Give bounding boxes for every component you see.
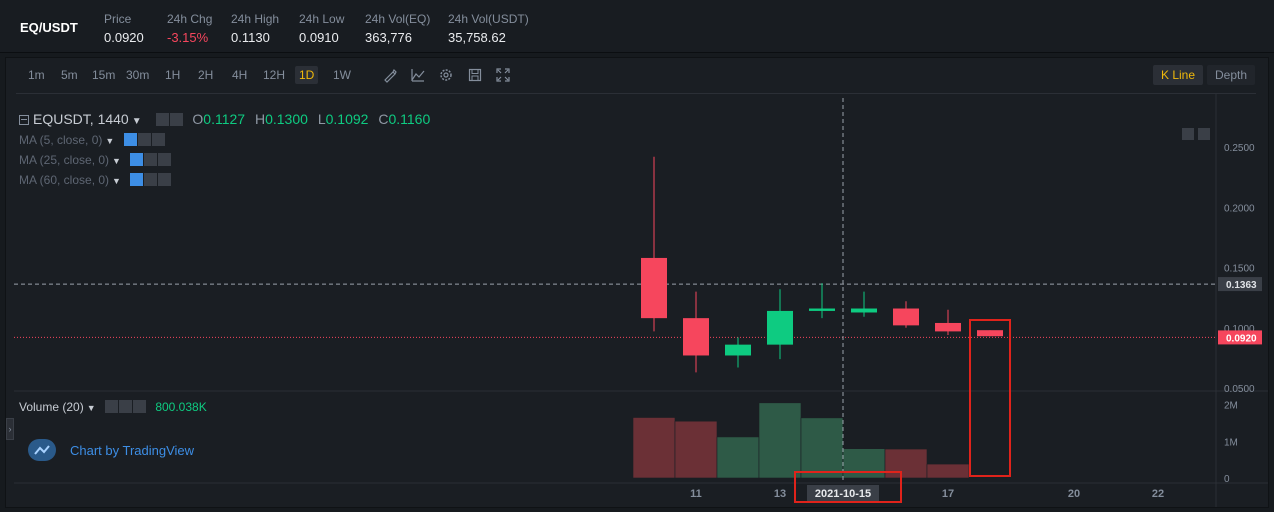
stat-price: Price 0.0920 xyxy=(104,12,144,45)
chart-panel: 1m 5m 15m 30m 1H 2H 4H 12H 1D 1W K Line … xyxy=(5,57,1269,508)
scale-down-icon xyxy=(1182,128,1194,140)
ma-label[interactable]: MA (25, close, 0) xyxy=(19,153,109,167)
candle-body xyxy=(893,308,919,326)
ohlc-open-key: O xyxy=(192,111,204,127)
stat-label: 24h Vol(EQ) xyxy=(365,12,431,26)
settings-icon[interactable] xyxy=(144,173,158,186)
settings-icon[interactable] xyxy=(118,400,132,413)
price-tick-label: 0.0500 xyxy=(1224,384,1255,395)
tradingview-badge[interactable]: Chart by TradingView xyxy=(28,438,194,462)
stat-label: 24h Low xyxy=(299,12,345,26)
dropdown-caret-icon[interactable]: ▼ xyxy=(112,176,121,186)
ma-legend-60: MA (60, close, 0) ▼ xyxy=(19,173,172,187)
dropdown-caret-icon[interactable]: ▼ xyxy=(132,116,142,127)
volume-bar xyxy=(800,417,844,479)
ohlc-close: 0.1160 xyxy=(388,111,431,127)
volume-label[interactable]: Volume (20) xyxy=(19,400,84,414)
dropdown-caret-icon[interactable]: ▼ xyxy=(105,136,114,146)
ma-label[interactable]: MA (60, close, 0) xyxy=(19,173,109,187)
volume-bar xyxy=(758,402,802,479)
volume-bar xyxy=(926,463,970,479)
volume-bar xyxy=(842,448,886,479)
stat-value: 0.0920 xyxy=(104,30,144,45)
stat-label: 24h Vol(USDT) xyxy=(448,12,529,26)
stat-label: Price xyxy=(104,12,132,26)
stat-label: 24h Chg xyxy=(167,12,213,26)
cloud-icon xyxy=(28,439,56,461)
date-tick-label: 22 xyxy=(1152,488,1164,500)
tradingview-text[interactable]: Chart by TradingView xyxy=(70,443,194,458)
collapse-sidebar-button[interactable]: › xyxy=(6,418,14,440)
volume-bar xyxy=(674,420,718,479)
volume-tick-label: 0 xyxy=(1224,474,1230,485)
date-tick-label: 17 xyxy=(942,488,954,500)
stat-24h-change: 24h Chg -3.15% xyxy=(167,12,212,45)
candle-body xyxy=(725,344,751,356)
stat-label: 24h High xyxy=(231,12,280,26)
candle-body xyxy=(767,310,793,345)
eye-icon[interactable] xyxy=(104,400,118,413)
stat-value: 0.1130 xyxy=(231,30,270,45)
close-icon[interactable] xyxy=(132,400,146,413)
eye-icon[interactable] xyxy=(130,153,144,166)
ma-legend-5: MA (5, close, 0) ▼ xyxy=(19,133,165,147)
crosshair-date-label: 2021-10-15 xyxy=(815,488,871,500)
stat-24h-vol-eq: 24h Vol(EQ) 363,776 xyxy=(365,12,430,45)
candle-body xyxy=(683,318,709,356)
ohlc-open: 0.1127 xyxy=(203,111,246,127)
stat-24h-low: 24h Low 0.0910 xyxy=(299,12,344,45)
candle-body xyxy=(809,308,835,311)
price-tick-label: 0.1500 xyxy=(1224,264,1255,275)
scale-lock-icon xyxy=(1198,128,1210,140)
date-tick-label: 11 xyxy=(690,488,702,500)
stat-24h-vol-usdt: 24h Vol(USDT) 35,758.62 xyxy=(448,12,529,45)
annotation-box-candle xyxy=(969,319,1011,477)
close-icon[interactable] xyxy=(158,153,172,166)
collapse-legend-icon[interactable] xyxy=(19,115,29,125)
stat-value: 0.0910 xyxy=(299,30,339,45)
volume-tick-label: 2M xyxy=(1224,401,1238,412)
eye-icon[interactable] xyxy=(155,113,169,126)
volume-bar xyxy=(884,448,928,479)
candle-body xyxy=(935,322,961,332)
stat-value: 363,776 xyxy=(365,30,412,45)
stat-24h-high: 24h High 0.1130 xyxy=(231,12,279,45)
date-tick-label: 13 xyxy=(774,488,786,500)
ticker-bar: EQ/USDT Price 0.0920 24h Chg -3.15% 24h … xyxy=(0,0,1274,53)
ohlc-high-key: H xyxy=(254,111,266,127)
close-icon[interactable] xyxy=(151,133,165,146)
volume-legend: Volume (20) ▼ 800.038K xyxy=(19,400,207,414)
symbol-legend: EQUSDT, 1440 ▼ O0.1127 H0.1300 L0.1092 C0… xyxy=(19,111,430,127)
close-icon[interactable] xyxy=(158,173,172,186)
settings-icon[interactable] xyxy=(169,113,183,126)
eye-icon[interactable] xyxy=(130,173,144,186)
volume-bar xyxy=(632,417,676,479)
ma-label[interactable]: MA (5, close, 0) xyxy=(19,133,102,147)
candle-body xyxy=(641,257,667,319)
price-tick-label: 0.2000 xyxy=(1224,203,1255,214)
symbol-label[interactable]: EQUSDT, 1440 xyxy=(33,111,129,127)
eye-icon[interactable] xyxy=(123,133,137,146)
volume-value: 800.038K xyxy=(155,400,207,414)
date-tick-label: 20 xyxy=(1068,488,1080,500)
volume-bar xyxy=(716,436,760,479)
ma-legend-25: MA (25, close, 0) ▼ xyxy=(19,153,172,167)
settings-icon[interactable] xyxy=(137,133,151,146)
stat-value: 35,758.62 xyxy=(448,30,506,45)
dropdown-caret-icon[interactable]: ▼ xyxy=(112,156,121,166)
candle-body xyxy=(977,330,1003,337)
price-tick-label: 0.2500 xyxy=(1224,143,1255,154)
ohlc-close-key: C xyxy=(378,111,389,127)
pair-name[interactable]: EQ/USDT xyxy=(20,20,78,35)
volume-tick-label: 1M xyxy=(1224,437,1238,448)
candle-body xyxy=(851,308,877,313)
crosshair-price-label: 0.1363 xyxy=(1226,280,1257,291)
settings-icon[interactable] xyxy=(144,153,158,166)
ohlc-low: 0.1092 xyxy=(325,111,369,127)
stat-value: -3.15% xyxy=(167,30,209,45)
ohlc-low-key: L xyxy=(317,111,326,127)
ohlc-high: 0.1300 xyxy=(265,111,308,127)
dropdown-caret-icon[interactable]: ▼ xyxy=(87,403,96,413)
last-price-label: 0.0920 xyxy=(1226,333,1257,344)
